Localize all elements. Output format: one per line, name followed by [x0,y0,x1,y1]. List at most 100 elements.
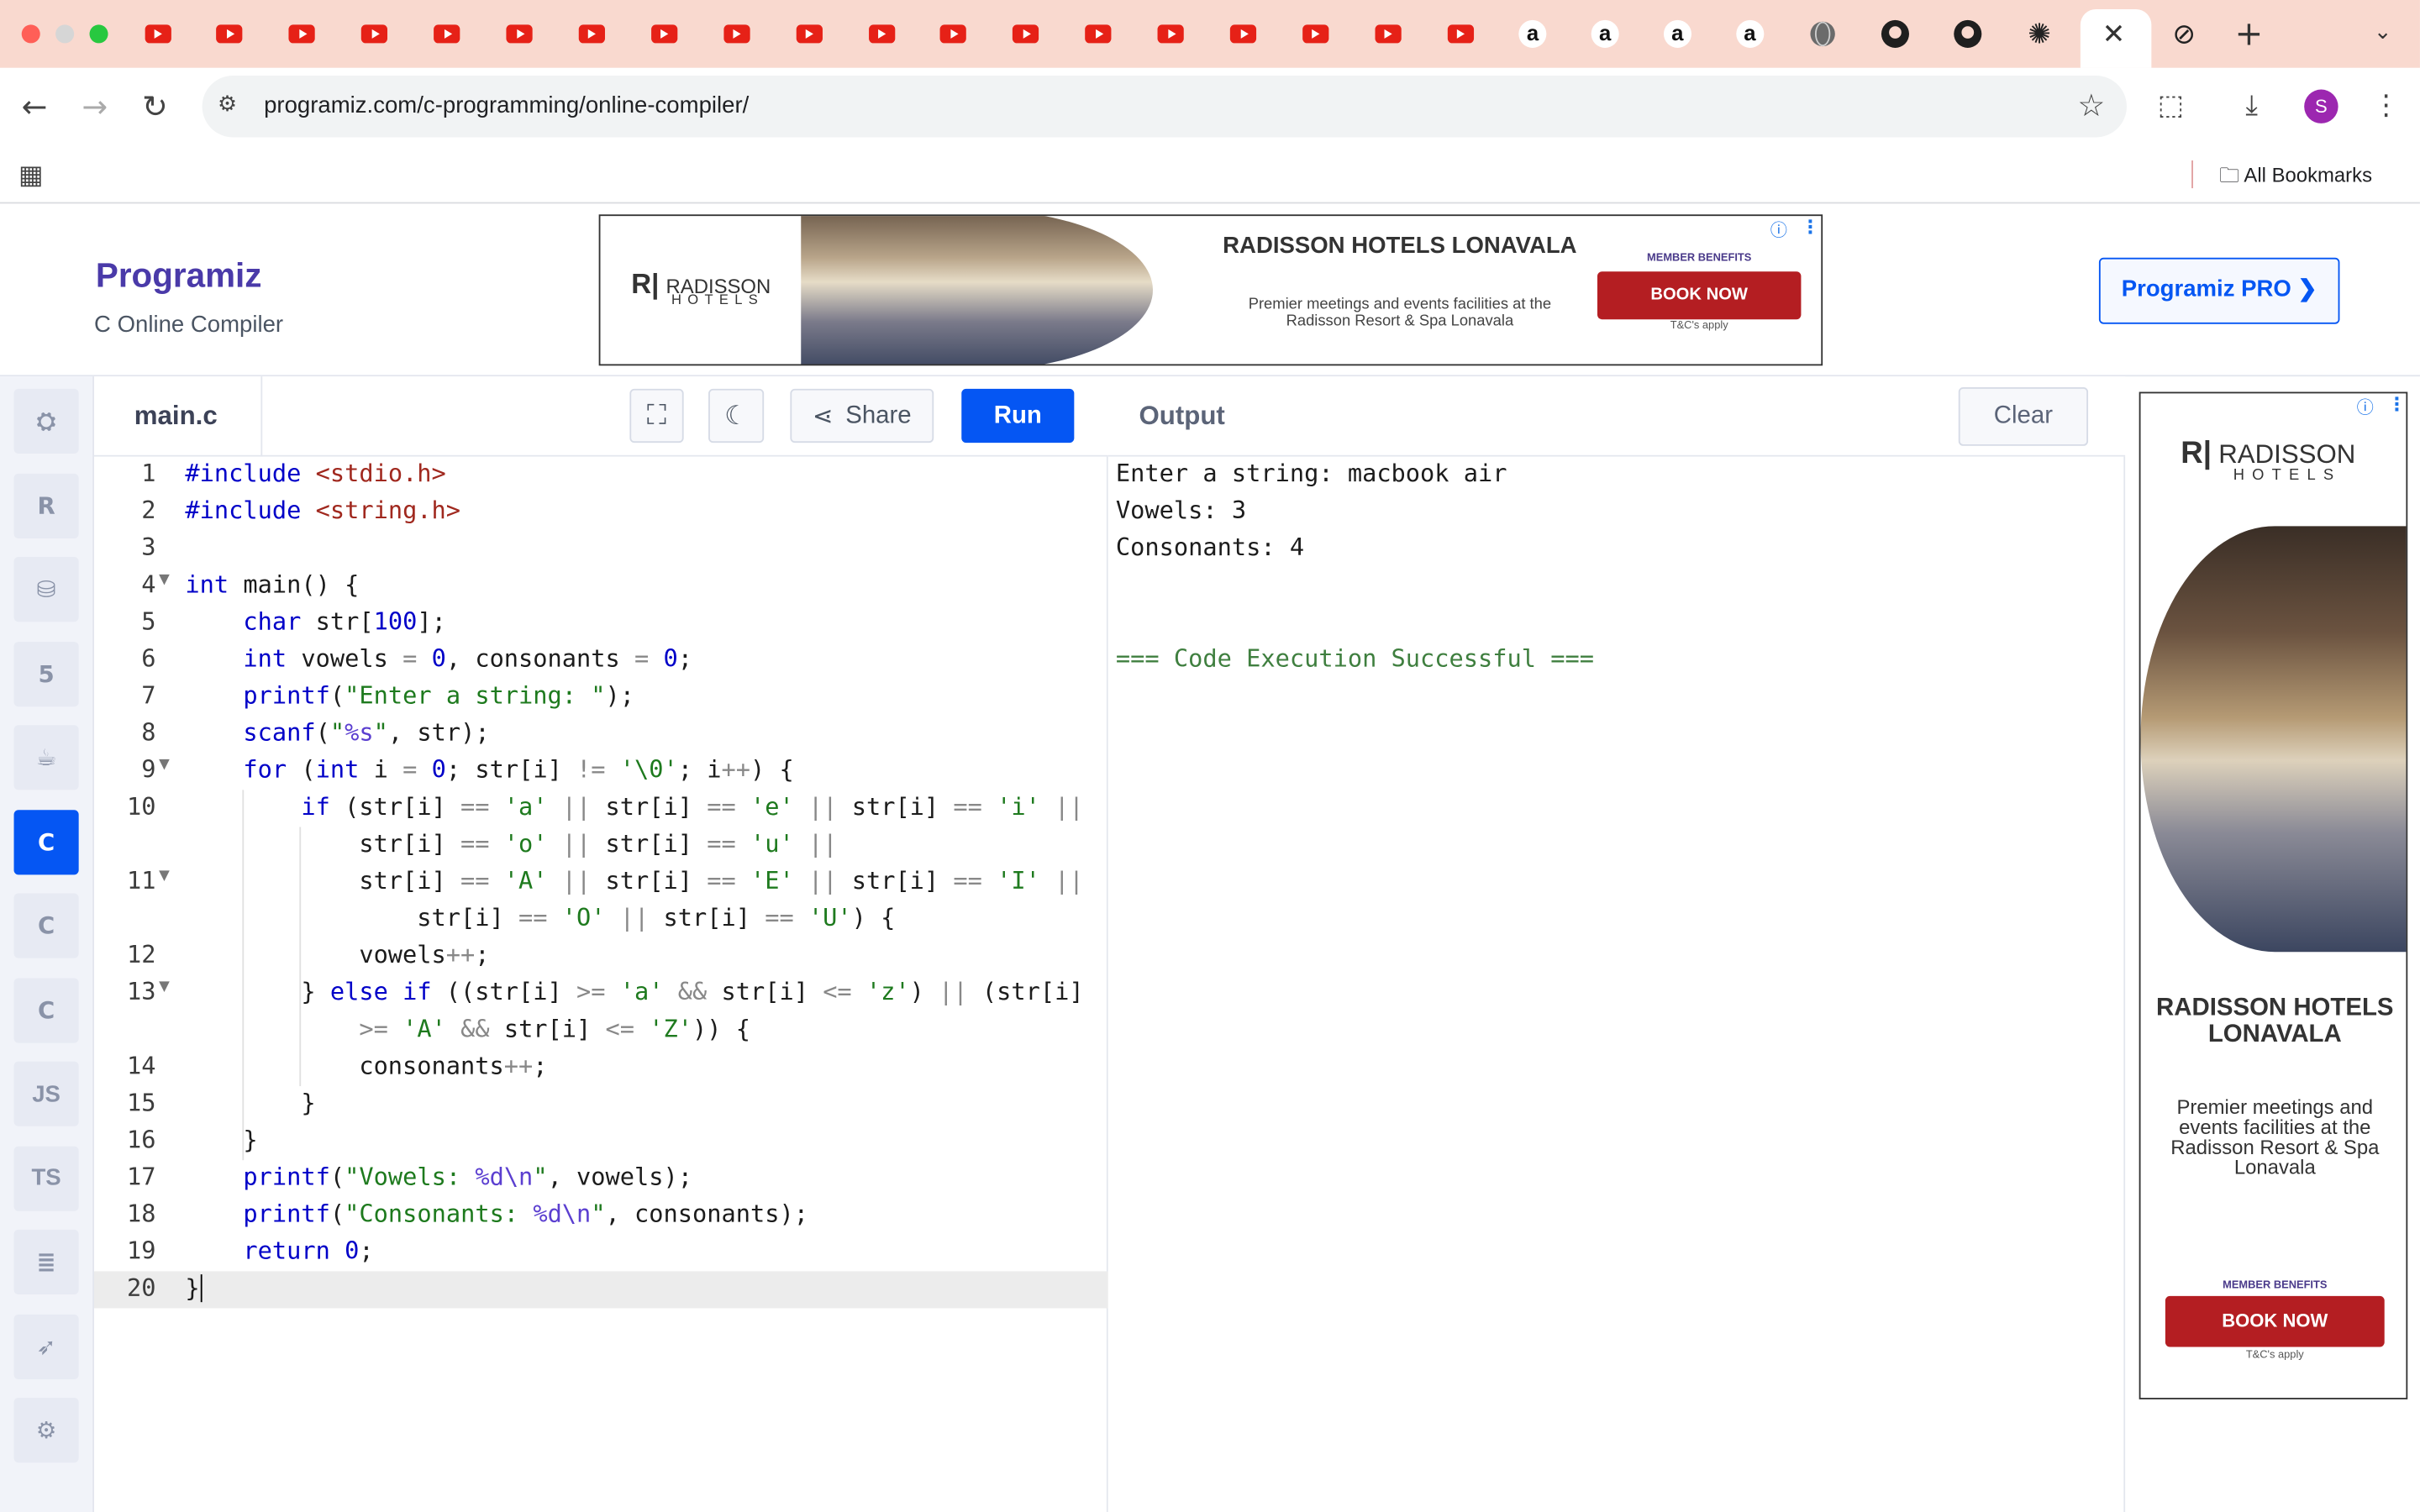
fold-arrow-icon[interactable]: ▼ [159,572,170,587]
language-java-button[interactable]: ☕ [13,725,79,790]
browser-tab[interactable]: a [1734,18,1765,50]
fold-arrow-icon[interactable]: ▼ [159,979,170,995]
browser-tab[interactable] [865,18,897,50]
zoom-window-button[interactable] [89,24,108,44]
code-line[interactable]: 2 #include <string.h> [94,494,1108,531]
ad-book-now-button[interactable]: BOOK NOW [1597,271,1802,320]
language-c-button[interactable]: C [13,809,79,874]
ad-book-now-button[interactable]: BOOK NOW [2165,1295,2385,1347]
code-line[interactable]: 8 scanf("%s", str); [94,716,1108,753]
language-sql-button[interactable]: ⛁ [13,557,79,622]
browser-tab[interactable]: ⊘ [2169,18,2200,50]
language-r-button[interactable]: R [13,472,79,538]
run-button[interactable]: Run [961,388,1075,444]
tab-search-button[interactable]: ⌄ [2374,20,2392,45]
language-csharp-button[interactable]: C [13,977,79,1042]
browser-tab[interactable] [1444,18,1476,50]
language-go-button[interactable]: ≣ [13,1229,79,1294]
browser-tab[interactable]: a [1518,18,1549,50]
browser-tab[interactable] [939,18,970,50]
forward-button[interactable]: → [82,88,108,125]
browser-tab[interactable] [504,18,535,50]
close-window-button[interactable] [21,24,40,44]
code-line[interactable]: 19 return 0; [94,1234,1108,1271]
code-line[interactable]: 10 if (str[i] == 'a' || str[i] == 'e' ||… [94,790,1108,827]
programiz-logo[interactable]: Programiz [96,256,262,297]
language-swift-button[interactable]: ➶ [13,1313,79,1379]
code-line[interactable]: 12 vowels++; [94,938,1108,975]
ad-info-icon[interactable]: ⓘ [1770,218,1787,242]
code-line[interactable]: 9 ▼ for (int i = 0; str[i] != '\0'; i++) … [94,753,1108,790]
browser-tab[interactable] [359,18,390,50]
code-line-current[interactable]: 20} [94,1271,1108,1309]
code-editor[interactable]: 1 #include <stdio.h> 2 #include <string.h>… [94,456,1108,1512]
browser-tab[interactable] [1807,18,1838,50]
profile-avatar[interactable]: S [2304,89,2338,123]
browser-tab[interactable] [1879,18,1910,50]
code-line[interactable]: 6 int vowels = 0, consonants = 0; [94,642,1108,679]
clear-output-button[interactable]: Clear [1958,387,2089,446]
code-line[interactable]: 11 ▼ str[i] == 'A' || str[i] == 'E' || st… [94,864,1108,901]
new-tab-button[interactable]: + [2235,15,2264,54]
close-tab-icon[interactable]: ✕ [2102,18,2126,51]
dark-mode-button[interactable]: ☾ [708,388,765,444]
language-typescript-button[interactable]: TS [13,1145,79,1210]
code-line[interactable]: 7 printf("Enter a string: "); [94,679,1108,716]
browser-tab[interactable] [142,18,173,50]
downloads-icon[interactable]: ⤓ [2245,90,2258,123]
code-line[interactable]: 18 printf("Consonants: %d\n", consonants… [94,1197,1108,1234]
language-javascript-button[interactable]: JS [13,1061,79,1126]
programiz-pro-button[interactable]: Programiz PRO ❯ [2098,257,2340,324]
all-bookmarks-button[interactable]: 🗀 All Bookmarks [2219,162,2372,196]
browser-tab[interactable] [649,18,680,50]
code-line[interactable]: 14 consonants++; [94,1049,1108,1086]
browser-tab[interactable] [1952,18,1983,50]
code-line[interactable]: 15 } [94,1086,1108,1123]
extensions-icon[interactable]: ⬚ [2158,90,2184,123]
browser-tab[interactable] [576,18,608,50]
code-line[interactable]: str[i] == 'o' || str[i] == 'u' || [94,827,1108,864]
reload-button[interactable]: ↻ [142,88,168,125]
language-python-button[interactable]: ⛭ [13,388,79,454]
code-line[interactable]: str[i] == 'O' || str[i] == 'U') { [94,901,1108,938]
browser-tab[interactable]: ✺ [2024,18,2055,50]
code-line[interactable]: 16 } [94,1123,1108,1160]
code-line[interactable]: 13 ▼ } else if ((str[i] >= 'a' && str[i] … [94,975,1108,1012]
file-tab[interactable]: main.c [94,376,263,457]
ad-info-icon[interactable]: ⓘ [2357,395,2374,419]
address-bar[interactable]: ⚙ programiz.com/c-programming/online-com… [202,75,2127,138]
browser-tab[interactable]: a [1590,18,1621,50]
browser-tab[interactable] [432,18,463,50]
browser-tab[interactable] [1372,18,1403,50]
code-line[interactable]: 3 [94,531,1108,568]
sidebar-ad[interactable]: ⓘ ⋮ R| RADISSON HOTELS RADISSON HOTELS L… [2139,391,2408,1399]
language-cpp-button[interactable]: C [13,893,79,958]
browser-tab[interactable] [1011,18,1042,50]
bookmark-star-icon[interactable]: ☆ [2077,87,2105,123]
fold-arrow-icon[interactable]: ▼ [159,758,170,773]
browser-tab[interactable] [793,18,824,50]
output-panel[interactable]: Enter a string: macbook air Vowels: 3 Co… [1107,456,2126,1512]
code-line[interactable]: 4 ▼ int main() { [94,568,1108,605]
back-button[interactable]: ← [22,88,48,125]
banner-ad[interactable]: R| RADISSON HOTELS RADISSON HOTELS LONAV… [598,214,1823,366]
browser-tab[interactable] [1155,18,1186,50]
fullscreen-button[interactable]: ⛶ [629,388,684,444]
browser-tab[interactable] [1300,18,1331,50]
active-tab[interactable]: ✕ [2080,9,2152,68]
browser-tab[interactable] [287,18,318,50]
code-line[interactable]: 1 #include <stdio.h> [94,457,1108,494]
code-line[interactable]: 5 char str[100]; [94,605,1108,642]
browser-tab[interactable] [214,18,245,50]
ad-menu-icon[interactable]: ⋮ [2387,393,2406,415]
address-url[interactable]: programiz.com/c-programming/online-compi… [264,92,749,118]
browser-tab[interactable]: a [1662,18,1693,50]
share-button[interactable]: ⋖ Share [790,388,934,444]
language-rust-button[interactable]: ⚙ [13,1398,79,1463]
code-line[interactable]: 17 printf("Vowels: %d\n", vowels); [94,1160,1108,1197]
language-html5-button[interactable]: 5 [13,641,79,706]
browser-tab[interactable] [721,18,752,50]
site-info-icon[interactable]: ⚙ [218,92,237,117]
minimize-window-button[interactable] [55,24,75,44]
apps-grid-icon[interactable]: ▦ [18,160,44,192]
